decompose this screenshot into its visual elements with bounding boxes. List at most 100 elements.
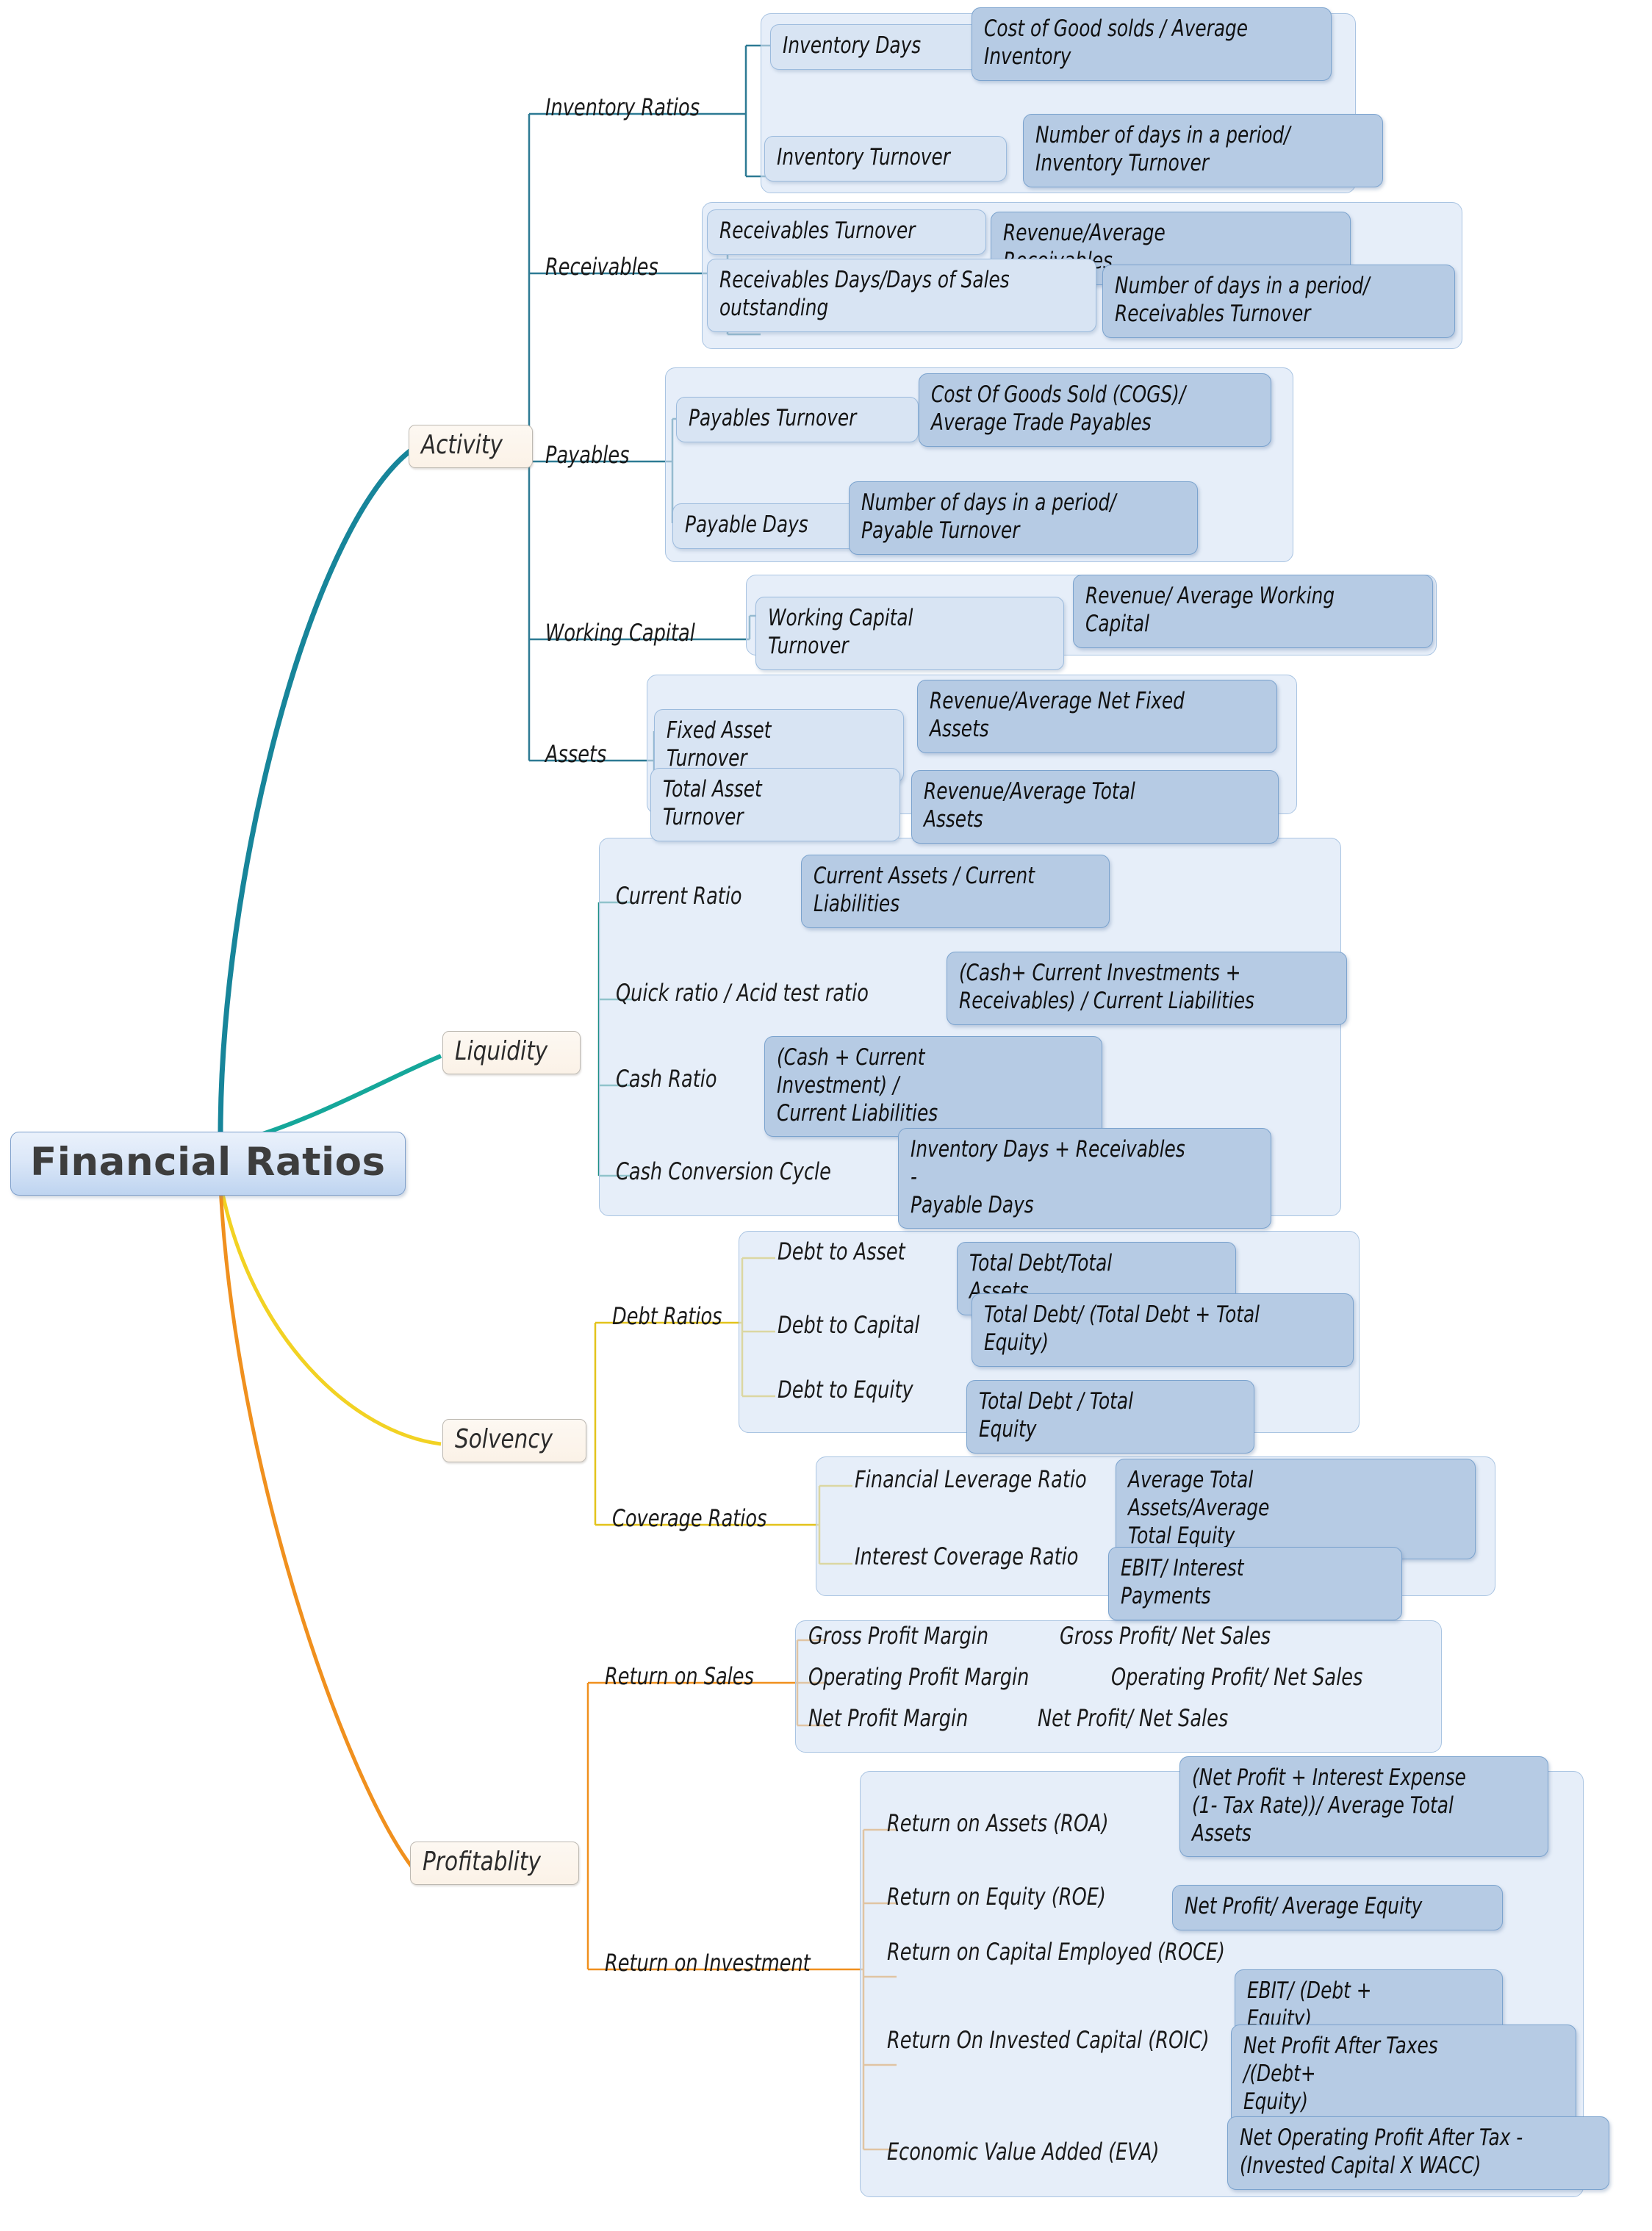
formula-return-on-invested-capital[interactable]: Net Profit After Taxes /(Debt+ Equity) [1231,2025,1576,2126]
l2-label-cash-ratio[interactable]: Cash Ratio [616,1065,742,1093]
formula-text: Net Profit After Taxes /(Debt+ Equity) [1243,2033,1438,2115]
formula-text: Inventory Days + Receivables - Payable D… [911,1136,1185,1218]
card-receivables-days[interactable]: Receivables Days/Days of Sales outstandi… [707,259,1096,332]
card-label: Receivables Turnover [719,218,916,244]
l2-label-operating-profit-margin[interactable]: Operating Profit Margin [808,1663,1084,1691]
card-payables-turnover[interactable]: Payables Turnover [676,397,919,442]
formula-inventory-days[interactable]: Cost of Good solds / Average Inventory [972,7,1332,81]
l2-text: Cash Conversion Cycle [616,1157,831,1185]
root-node[interactable]: Financial Ratios [10,1132,406,1196]
l2-label-payables[interactable]: Payables [545,442,650,468]
formula-text: Gross Profit/ Net Sales [1060,1622,1271,1650]
card-inventory-turnover[interactable]: Inventory Turnover [764,136,1007,182]
l2-label-inventory-ratios[interactable]: Inventory Ratios [545,95,739,121]
formula-total-asset-turnover[interactable]: Revenue/Average Total Assets [911,770,1279,844]
l2-text: Quick ratio / Acid test ratio [616,979,869,1007]
formula-interest-coverage-ratio[interactable]: EBIT/ Interest Payments [1108,1547,1402,1620]
card-label: Receivables Days/Days of Sales outstandi… [719,267,1010,321]
card-inventory-days[interactable]: Inventory Days [770,24,983,70]
formula-text: Number of days in a period/ Receivables … [1115,273,1370,327]
formula-cash-ratio[interactable]: (Cash + Current Investment) / Current Li… [764,1036,1102,1138]
formula-text: Cost of Good solds / Average Inventory [984,15,1249,70]
l2-label-net-profit-margin[interactable]: Net Profit Margin [808,1706,1008,1731]
l2-text: Gross Profit Margin [808,1622,989,1650]
formula-current-ratio[interactable]: Current Assets / Current Liabilities [801,855,1110,928]
l2-label-current-ratio[interactable]: Current Ratio [616,882,773,910]
formula-text: Revenue/Average Net Fixed Assets [930,688,1185,742]
root-label: Financial Ratios [30,1140,386,1185]
card-payable-days[interactable]: Payable Days [672,503,860,549]
formula-working-capital-turnover[interactable]: Revenue/ Average Working Capital [1073,575,1433,648]
formula-text: Cost Of Goods Sold (COGS)/ Average Trade… [931,381,1186,436]
l2-label-return-on-sales[interactable]: Return on Sales [605,1664,791,1689]
formula-economic-value-added[interactable]: Net Operating Profit After Tax - (Invest… [1227,2116,1609,2190]
mindmap-canvas: Financial Ratios Activity Liquidity Solv… [0,0,1652,2231]
formula-text: Revenue/Average Total Assets [924,778,1135,833]
l2-label-return-on-invested-capital[interactable]: Return On Invested Capital (ROIC) [887,2026,1290,2054]
l2-label-coverage-ratios[interactable]: Coverage Ratios [612,1506,805,1531]
l2-text: Current Ratio [616,882,742,910]
l2-label-return-on-capital-employed[interactable]: Return on Capital Employed (ROCE) [887,1938,1310,1966]
formula-gross-profit-margin[interactable]: Gross Profit/ Net Sales [1060,1622,1324,1650]
formula-return-on-equity[interactable]: Net Profit/ Average Equity [1172,1885,1503,1930]
formula-text: Average Total Assets/Average Total Equit… [1128,1467,1270,1549]
l2-label-cash-conversion-cycle[interactable]: Cash Conversion Cycle [616,1157,885,1185]
formula-operating-profit-margin[interactable]: Operating Profit/ Net Sales [1111,1663,1426,1691]
l2-label-working-capital[interactable]: Working Capital [545,619,733,647]
formula-debt-to-capital[interactable]: Total Debt/ (Total Debt + Total Equity) [972,1293,1354,1367]
formula-receivables-days[interactable]: Number of days in a period/ Receivables … [1102,265,1455,338]
branch-label-solvency: Solvency [455,1424,553,1454]
card-receivables-turnover[interactable]: Receivables Turnover [707,209,986,255]
formula-text: Total Debt/ (Total Debt + Total Equity) [984,1301,1260,1356]
l2-text: Return on Sales [605,1662,754,1690]
branch-node-solvency[interactable]: Solvency [442,1419,587,1462]
formula-financial-leverage-ratio[interactable]: Average Total Assets/Average Total Equit… [1116,1459,1476,1560]
card-label: Payables Turnover [689,405,857,431]
l2-label-debt-to-asset[interactable]: Debt to Asset [777,1239,937,1265]
l2-label-quick-ratio[interactable]: Quick ratio / Acid test ratio [616,979,932,1007]
l2-label-receivables[interactable]: Receivables [545,254,686,280]
formula-fixed-asset-turnover[interactable]: Revenue/Average Net Fixed Assets [917,680,1277,753]
l2-label-financial-leverage-ratio[interactable]: Financial Leverage Ratio [855,1467,1145,1492]
l2-label-interest-coverage-ratio[interactable]: Interest Coverage Ratio [855,1544,1135,1570]
formula-payables-turnover[interactable]: Cost Of Goods Sold (COGS)/ Average Trade… [919,373,1271,447]
l2-text: Return on Capital Employed (ROCE) [887,1938,1225,1966]
branch-node-profitability[interactable]: Profitablity [410,1842,580,1885]
card-working-capital-turnover[interactable]: Working Capital Turnover [755,597,1064,670]
l2-label-debt-to-equity[interactable]: Debt to Equity [777,1377,947,1403]
l2-label-debt-to-capital[interactable]: Debt to Capital [777,1312,955,1338]
formula-text: (Cash + Current Investment) / Current Li… [777,1044,938,1127]
branch-node-liquidity[interactable]: Liquidity [442,1031,581,1074]
formula-text: Revenue/ Average Working Capital [1085,583,1335,637]
formula-net-profit-margin[interactable]: Net Profit/ Net Sales [1038,1706,1276,1731]
l2-text: Operating Profit Margin [808,1663,1030,1691]
l2-label-return-on-investment[interactable]: Return on Investment [605,1950,862,1976]
formula-text: Current Assets / Current Liabilities [814,863,1035,917]
formula-text: Operating Profit/ Net Sales [1111,1663,1363,1691]
formula-return-on-assets[interactable]: (Net Profit + Interest Expense (1- Tax R… [1179,1756,1548,1858]
formula-debt-to-equity[interactable]: Total Debt / Total Equity [966,1380,1254,1454]
formula-text: Total Debt / Total Equity [979,1388,1133,1443]
l2-label-gross-profit-margin[interactable]: Gross Profit Margin [808,1622,1033,1650]
branch-label-activity: Activity [421,430,503,460]
formula-payable-days[interactable]: Number of days in a period/ Payable Turn… [849,481,1198,555]
l2-text: Working Capital [545,619,695,647]
l2-label-return-on-equity[interactable]: Return on Equity (ROE) [887,1884,1160,1910]
l2-label-economic-value-added[interactable]: Economic Value Added (EVA) [887,2139,1227,2165]
formula-quick-ratio[interactable]: (Cash+ Current Investments + Receivables… [947,952,1347,1025]
formula-text: (Cash+ Current Investments + Receivables… [959,960,1254,1014]
card-total-asset-turnover[interactable]: Total Asset Turnover [650,768,900,841]
formula-cash-conversion-cycle[interactable]: Inventory Days + Receivables - Payable D… [898,1128,1271,1229]
card-label: Payable Days [685,511,808,538]
formula-text: Net Profit/ Average Equity [1185,1893,1423,1919]
l2-text: Cash Ratio [616,1065,717,1093]
l2-label-assets[interactable]: Assets [545,741,622,767]
branch-node-activity[interactable]: Activity [409,425,534,468]
card-label: Fixed Asset Turnover [667,717,772,772]
l2-text: Return On Invested Capital (ROIC) [887,2026,1210,2054]
formula-text: Number of days in a period/ Inventory Tu… [1035,122,1290,176]
l2-label-debt-ratios[interactable]: Debt Ratios [612,1304,750,1329]
formula-inventory-turnover[interactable]: Number of days in a period/ Inventory Tu… [1023,114,1383,187]
l2-label-return-on-assets[interactable]: Return on Assets (ROA) [887,1811,1164,1836]
card-label: Inventory Days [783,32,922,59]
